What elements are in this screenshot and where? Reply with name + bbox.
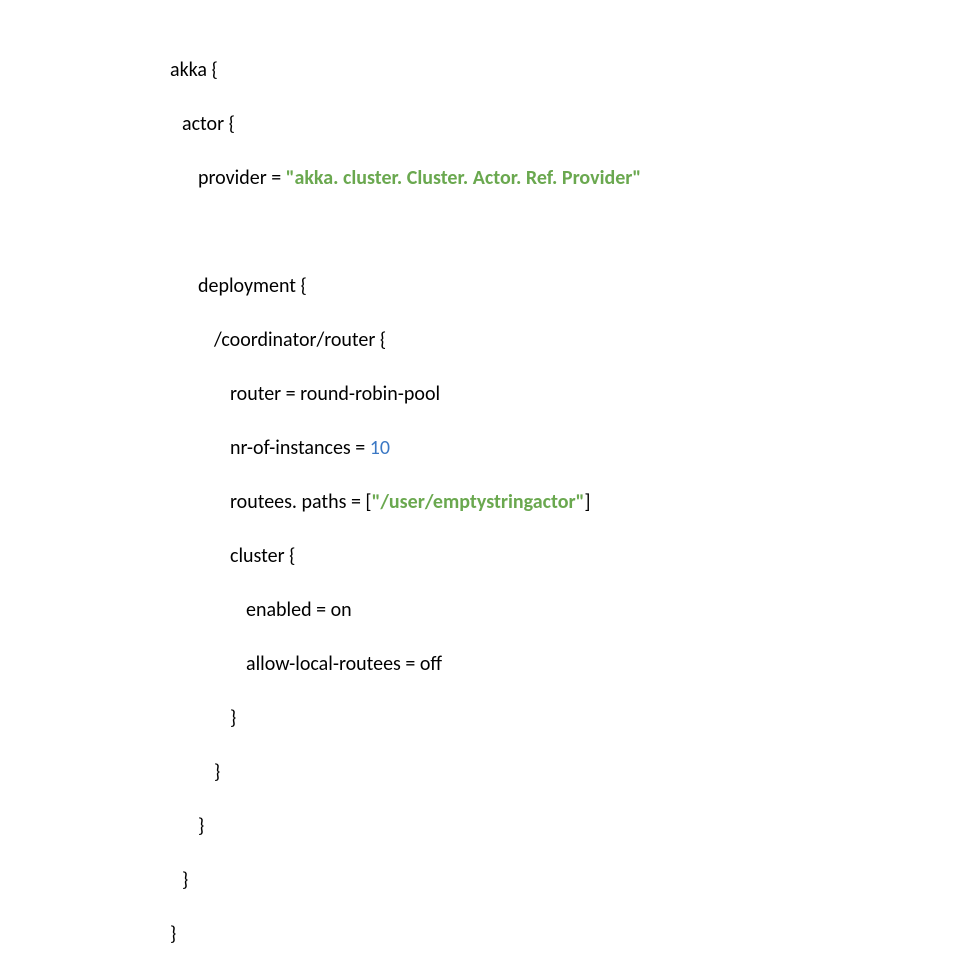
number-literal: 10 [370,436,390,460]
code-text: = [ [346,490,371,514]
blank-line [170,219,641,246]
code-line: allow-local-routees = off [170,651,641,678]
code-line: routees. paths = ["/user/emptystringacto… [170,489,641,516]
code-line: router = round-robin-pool [170,381,641,408]
code-line: akka { [170,57,641,84]
code-text: routees. paths [230,490,346,514]
code-line: actor { [170,111,641,138]
code-line: } [170,867,641,894]
code-line: } [170,759,641,786]
string-literal: "akka. cluster. Cluster. Actor. Ref. Pro… [286,166,642,190]
code-line: nr-of-instances = 10 [170,435,641,462]
code-text: ] [584,490,590,514]
config-code-block: akka { actor { provider = "akka. cluster… [170,30,641,975]
code-text: provider = [198,166,286,190]
code-line: cluster { [170,543,641,570]
code-line: } [170,813,641,840]
code-line: deployment { [170,273,641,300]
code-line: } [170,705,641,732]
code-text: nr-of-instances = [230,436,370,460]
code-line: } [170,921,641,948]
code-line: enabled = on [170,597,641,624]
code-line: /coordinator/router { [170,327,641,354]
string-literal: "/user/emptystringactor" [372,490,585,514]
code-line: provider = "akka. cluster. Cluster. Acto… [170,165,641,192]
